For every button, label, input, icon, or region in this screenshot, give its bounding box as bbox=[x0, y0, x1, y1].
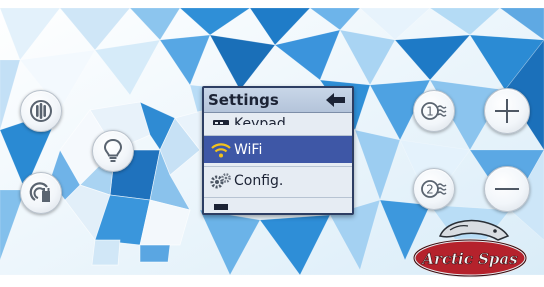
minus-icon bbox=[495, 188, 519, 190]
menu-item-wifi[interactable]: WiFi bbox=[204, 136, 352, 163]
light-button[interactable] bbox=[92, 130, 134, 172]
jets-button[interactable] bbox=[20, 90, 62, 132]
audio-button[interactable] bbox=[20, 172, 62, 214]
arctic-spas-logo: Arctic Spas bbox=[412, 219, 528, 278]
menu-item-restore[interactable] bbox=[204, 198, 352, 211]
menu-item-keypad[interactable]: Keypad bbox=[204, 110, 352, 125]
settings-title: Settings bbox=[208, 91, 279, 109]
pump2-button[interactable]: 2 bbox=[413, 168, 455, 210]
pump1-number: 1 bbox=[426, 105, 434, 119]
plus-icon bbox=[495, 99, 519, 123]
pump1-icon: 1 bbox=[421, 102, 447, 120]
back-arrow-icon[interactable] bbox=[326, 93, 346, 107]
wifi-icon bbox=[208, 142, 234, 158]
minus-button[interactable] bbox=[484, 166, 530, 212]
menu-item-label: Keypad bbox=[234, 116, 286, 125]
music-icon bbox=[29, 182, 50, 202]
keypad-icon bbox=[208, 119, 234, 125]
jets-icon bbox=[30, 100, 52, 122]
logo-text: Arctic Spas bbox=[420, 250, 518, 268]
pump2-number: 2 bbox=[426, 183, 434, 197]
menu-item-config[interactable]: Config. bbox=[204, 167, 352, 194]
pump1-button[interactable]: 1 bbox=[413, 90, 455, 132]
gears-icon bbox=[208, 172, 234, 189]
menu-item-label: WiFi bbox=[234, 141, 263, 158]
restore-icon bbox=[208, 200, 234, 210]
menu-item-label: Config. bbox=[234, 172, 284, 189]
plus-button[interactable] bbox=[484, 88, 530, 134]
lightbulb-icon bbox=[103, 138, 123, 162]
pump2-icon: 2 bbox=[421, 180, 447, 198]
settings-menu: Settings Keypad WiFi Config. bbox=[202, 86, 354, 215]
